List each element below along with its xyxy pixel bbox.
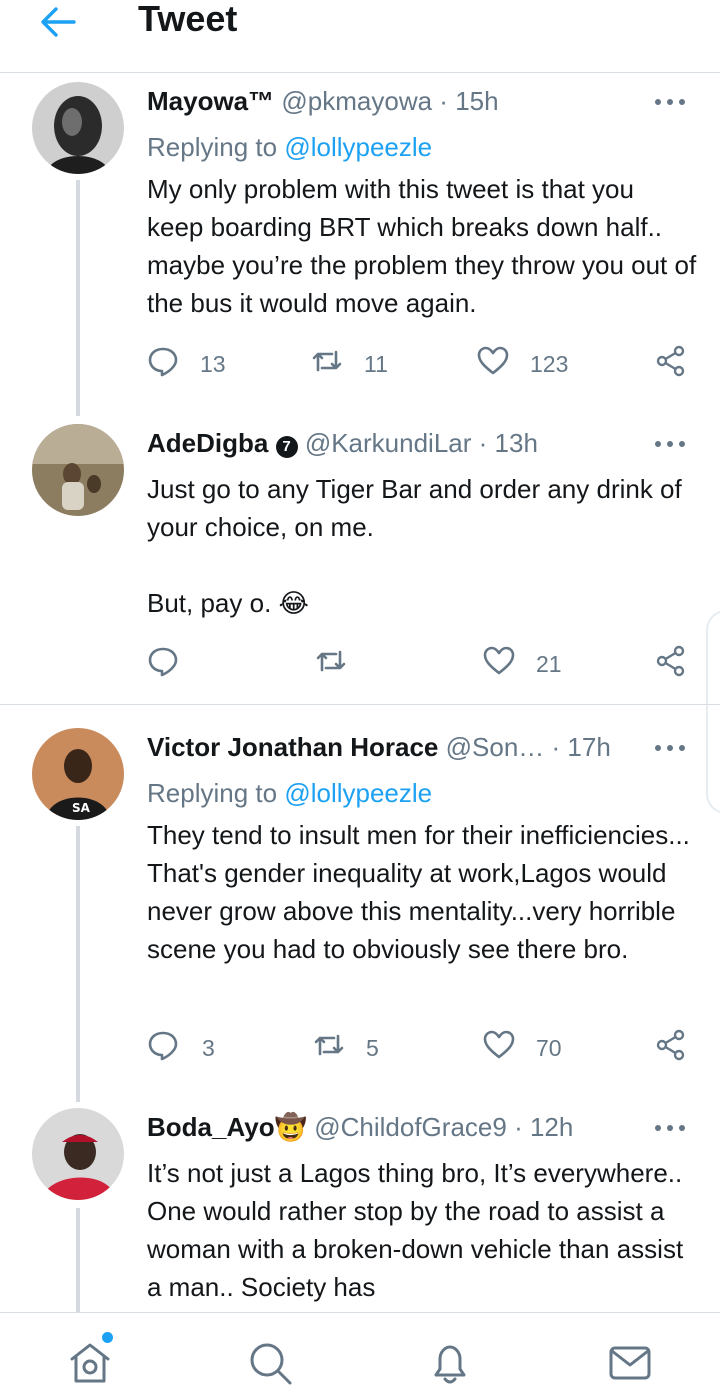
svg-text:SA: SA — [72, 801, 91, 815]
replying-label: Replying to — [147, 778, 278, 808]
separator: · — [551, 732, 561, 762]
share-button[interactable] — [654, 644, 688, 684]
more-dots-icon[interactable] — [652, 434, 688, 454]
heart-icon — [476, 344, 510, 384]
like-count: 70 — [536, 1034, 562, 1061]
emoji: 🤠 — [274, 1112, 307, 1142]
more-dots-icon[interactable] — [652, 92, 688, 112]
retweet-count: 11 — [364, 350, 388, 377]
replying-to: Replying to @lollypeezle — [147, 778, 432, 809]
tweet-text: Just go to any Tiger Bar and order any d… — [147, 470, 697, 622]
timestamp[interactable]: 12h — [530, 1112, 573, 1142]
more-dots-icon[interactable] — [652, 1118, 688, 1138]
retweet-count: 5 — [366, 1034, 379, 1061]
display-name[interactable]: AdeDigba — [147, 428, 268, 458]
timestamp[interactable]: 17h — [567, 732, 610, 762]
top-bar: Tweet — [0, 0, 720, 73]
user-handle[interactable]: @pkmayowa — [281, 86, 432, 116]
reply-icon — [146, 644, 180, 684]
tweet-actions: 21 — [0, 644, 720, 684]
like-button[interactable]: 123 — [476, 344, 568, 384]
tweet-actions: 3 5 70 — [0, 1028, 720, 1068]
avatar[interactable] — [32, 1108, 124, 1200]
retweet-button[interactable]: 11 — [310, 344, 388, 384]
display-name[interactable]: Mayowa™ — [147, 86, 274, 116]
tweet-text-span: But, pay o. — [147, 588, 272, 618]
replying-handle-link[interactable]: @lollypeezle — [284, 132, 432, 162]
tweet-text: My only problem with this tweet is that … — [147, 174, 697, 318]
share-icon — [654, 644, 688, 684]
reply-icon — [146, 1028, 180, 1068]
new-content-indicator — [102, 1332, 113, 1343]
heart-icon — [482, 1028, 516, 1068]
retweet-button[interactable] — [314, 644, 348, 684]
retweet-button[interactable]: 5 — [312, 1028, 379, 1068]
like-count: 21 — [536, 650, 562, 677]
more-dots-icon[interactable] — [652, 738, 688, 758]
tweet-text-line: Just go to any Tiger Bar and order any d… — [147, 474, 682, 542]
home-icon[interactable] — [66, 1339, 114, 1387]
reply-button[interactable]: 13 — [146, 344, 226, 384]
replying-to: Replying to @lollypeezle — [147, 132, 432, 163]
separator: · — [478, 428, 488, 458]
separator: · — [514, 1112, 523, 1142]
arrow-left-icon[interactable] — [38, 4, 78, 40]
reply-count: 13 — [200, 350, 226, 377]
separator: · — [439, 86, 448, 116]
share-icon — [654, 1028, 688, 1068]
retweet-icon — [310, 344, 344, 384]
verified-badge-icon: 7 — [275, 436, 298, 458]
divider — [0, 704, 720, 705]
share-icon — [654, 344, 688, 384]
bottom-nav — [0, 1312, 720, 1396]
heart-icon — [482, 644, 516, 684]
tweet-actions: 13 11 123 — [0, 344, 720, 384]
search-icon[interactable] — [246, 1339, 294, 1387]
replying-label: Replying to — [147, 132, 278, 162]
avatar[interactable]: SA — [32, 728, 124, 820]
avatar[interactable] — [32, 82, 124, 174]
bell-icon[interactable] — [426, 1339, 474, 1387]
scroll-handle[interactable] — [706, 610, 720, 814]
display-name[interactable]: Victor Jonathan Horace — [147, 732, 438, 762]
timestamp[interactable]: 13h — [495, 428, 538, 458]
page-title: Tweet — [138, 0, 238, 39]
share-button[interactable] — [654, 344, 688, 384]
retweet-icon — [312, 1028, 346, 1068]
like-count: 123 — [530, 350, 569, 377]
thread-line — [76, 1208, 80, 1312]
like-button[interactable]: 70 — [482, 1028, 562, 1068]
user-handle[interactable]: @ChildofGrace9 — [314, 1112, 507, 1142]
replying-handle-link[interactable]: @lollypeezle — [284, 778, 432, 808]
share-button[interactable] — [654, 1028, 688, 1068]
like-button[interactable]: 21 — [482, 644, 562, 684]
avatar[interactable] — [32, 424, 124, 516]
tweet-text-line: But, pay o. 😂 — [147, 584, 697, 622]
reply-count: 3 — [202, 1034, 215, 1061]
mail-icon[interactable] — [606, 1339, 654, 1387]
user-handle[interactable]: @KarkundiLar — [305, 428, 472, 458]
reply-icon — [146, 344, 180, 384]
reply-button[interactable]: 3 — [146, 1028, 215, 1068]
emoji: 😂 — [278, 588, 309, 618]
tweet-text: It’s not just a Lagos thing bro, It’s ev… — [147, 1158, 684, 1302]
reply-button[interactable] — [146, 644, 180, 684]
display-name[interactable]: Boda_Ayo — [147, 1112, 275, 1142]
user-handle[interactable]: @Son… — [446, 732, 545, 762]
tweet-text: They tend to insult men for their ineffi… — [147, 820, 690, 964]
retweet-icon — [314, 644, 348, 684]
timestamp[interactable]: 15h — [455, 86, 498, 116]
